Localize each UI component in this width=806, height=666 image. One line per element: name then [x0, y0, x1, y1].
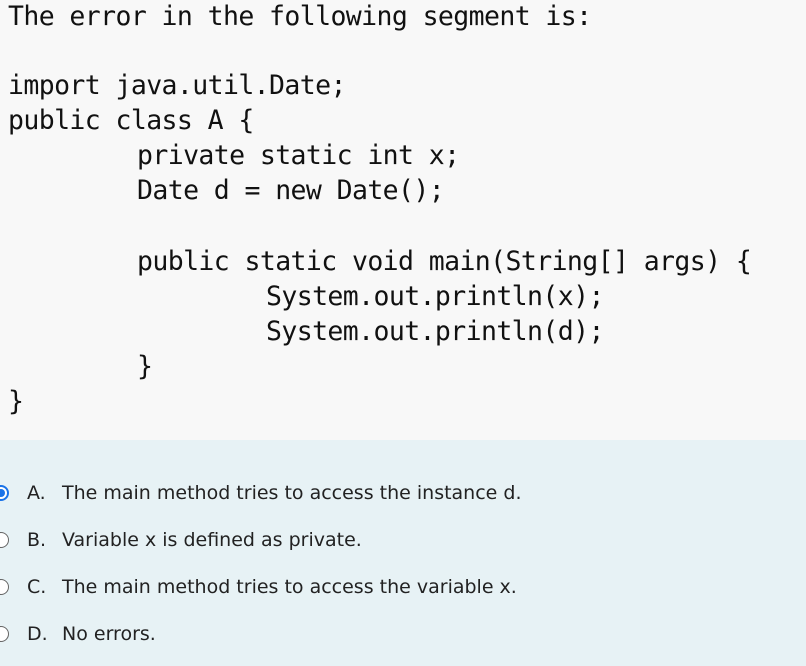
option-letter: A. — [27, 482, 46, 504]
code-line: System.out.println(d); — [266, 316, 604, 347]
code-line: private static int x; — [137, 140, 460, 171]
code-line: Date d = new Date(); — [137, 175, 445, 206]
code-line: System.out.println(x); — [266, 281, 604, 312]
option-text: Variable x is defined as private. — [62, 529, 362, 551]
radio-icon[interactable] — [0, 626, 9, 642]
question-prompt: The error in the following segment is: — [8, 1, 592, 32]
radio-selected-icon[interactable] — [0, 485, 9, 501]
radio-icon[interactable] — [0, 532, 9, 548]
option-letter: C. — [27, 576, 47, 598]
option-text: The main method tries to access the vari… — [62, 576, 517, 598]
code-line: public static void main(String[] args) { — [137, 246, 752, 277]
code-line: public class A { — [8, 105, 254, 136]
option-text: The main method tries to access the inst… — [62, 482, 522, 504]
answer-options: A. The main method tries to access the i… — [0, 440, 806, 666]
option-letter: B. — [27, 529, 47, 551]
question-area: The error in the following segment is: i… — [0, 0, 806, 440]
code-line: } — [137, 351, 153, 382]
option-letter: D. — [27, 623, 48, 645]
code-line: import java.util.Date; — [8, 70, 346, 101]
option-text: No errors. — [62, 623, 156, 645]
code-line: } — [8, 386, 24, 417]
radio-icon[interactable] — [0, 579, 9, 595]
